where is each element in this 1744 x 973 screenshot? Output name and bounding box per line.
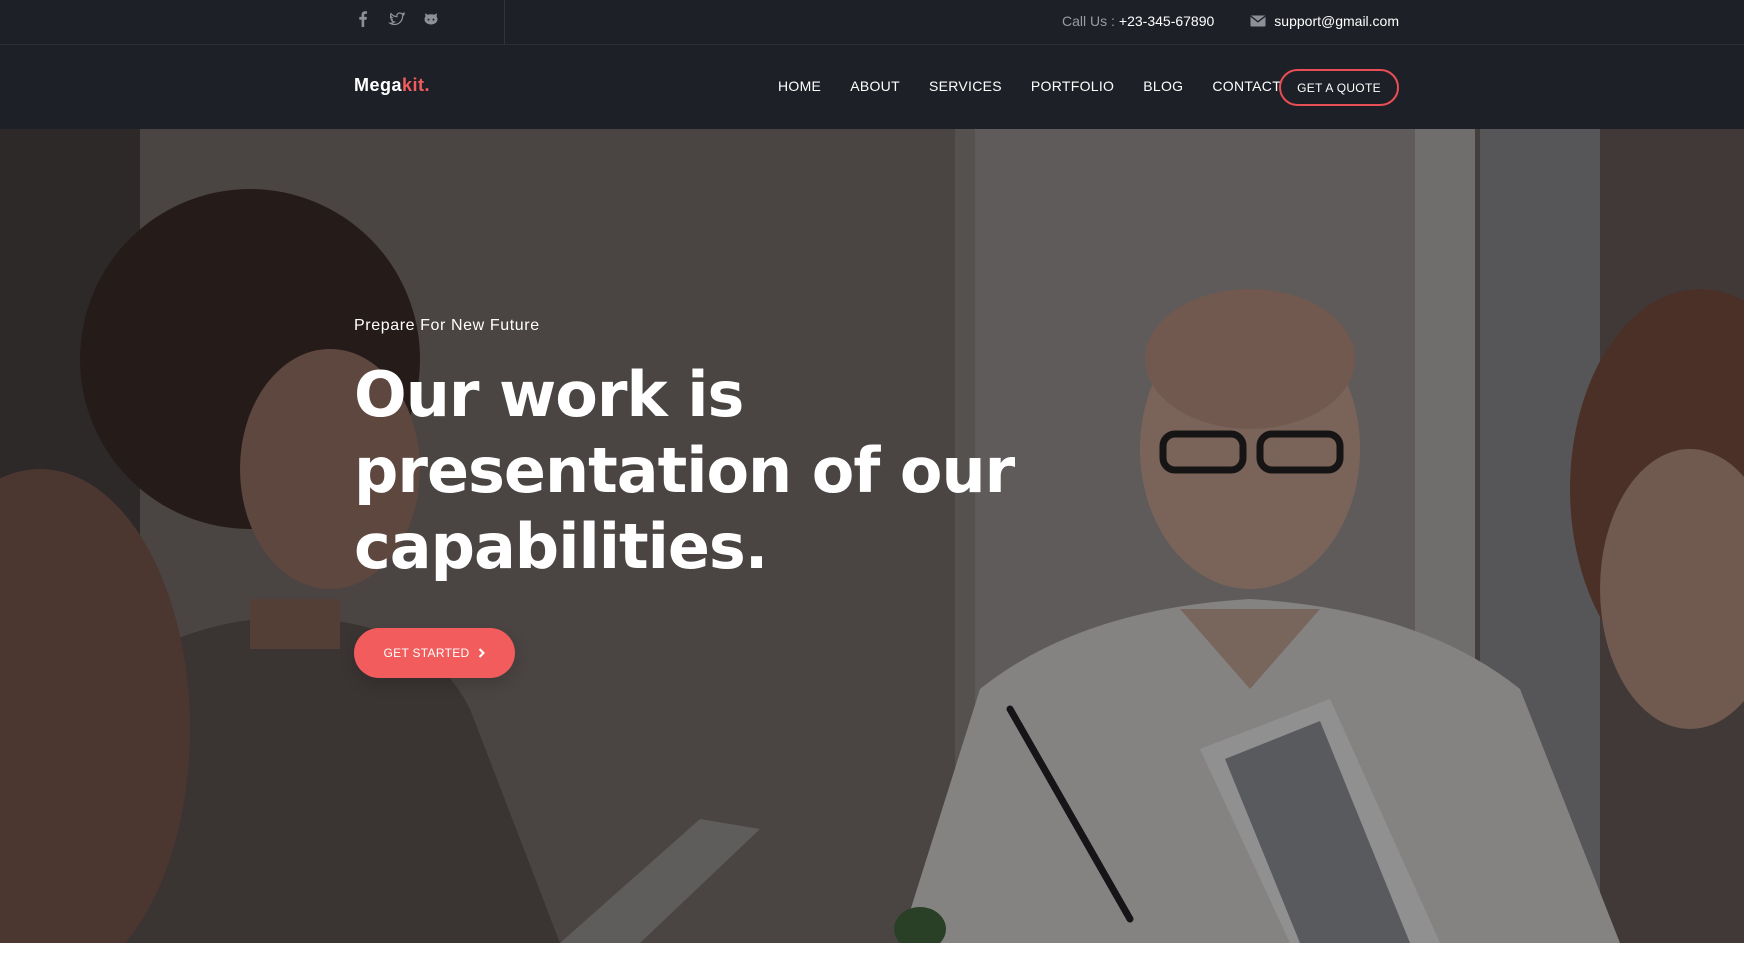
chevron-right-icon (478, 648, 486, 658)
call-label: Call Us : (1062, 13, 1115, 29)
hero-eyebrow: Prepare For New Future (354, 317, 540, 334)
hero-content: Prepare For New Future Our work is prese… (354, 317, 1034, 585)
github-icon[interactable] (422, 10, 440, 28)
nav-link-contact[interactable]: CONTACT (1212, 78, 1281, 94)
email-info: support@gmail.com (1250, 13, 1399, 29)
logo-text-main: Mega (354, 75, 403, 95)
get-started-label: GET STARTED (383, 646, 470, 660)
phone-link[interactable]: +23-345-67890 (1119, 13, 1214, 29)
contact-info: Call Us : +23-345-67890 support@gmail.co… (1062, 0, 1399, 42)
nav-link-about[interactable]: ABOUT (850, 78, 900, 94)
facebook-icon[interactable] (354, 10, 372, 28)
call-info: Call Us : +23-345-67890 (1062, 13, 1214, 29)
logo-text-accent: kit. (402, 75, 431, 95)
hero-section: Prepare For New Future Our work is prese… (0, 129, 1744, 943)
envelope-icon (1250, 15, 1266, 27)
get-started-button[interactable]: GET STARTED (354, 628, 515, 678)
nav-link-services[interactable]: SERVICES (929, 78, 1002, 94)
top-bar: Call Us : +23-345-67890 support@gmail.co… (0, 0, 1744, 45)
main-navbar: Mega kit. HOME ABOUT SERVICES PORTFOLIO B… (0, 45, 1744, 129)
get-a-quote-button[interactable]: GET A QUOTE (1279, 69, 1399, 106)
nav-menu: HOME ABOUT SERVICES PORTFOLIO BLOG CONTA… (778, 78, 1281, 94)
nav-link-portfolio[interactable]: PORTFOLIO (1031, 78, 1114, 94)
nav-link-blog[interactable]: BLOG (1143, 78, 1183, 94)
page-below-hero (0, 943, 1744, 973)
hero-title: Our work is presentation of our capabili… (354, 358, 1015, 583)
twitter-icon[interactable] (388, 10, 406, 28)
site-logo[interactable]: Mega kit. (354, 75, 430, 96)
social-links (354, 10, 440, 28)
nav-link-home[interactable]: HOME (778, 78, 821, 94)
email-link[interactable]: support@gmail.com (1274, 13, 1399, 29)
topbar-divider (504, 0, 505, 45)
